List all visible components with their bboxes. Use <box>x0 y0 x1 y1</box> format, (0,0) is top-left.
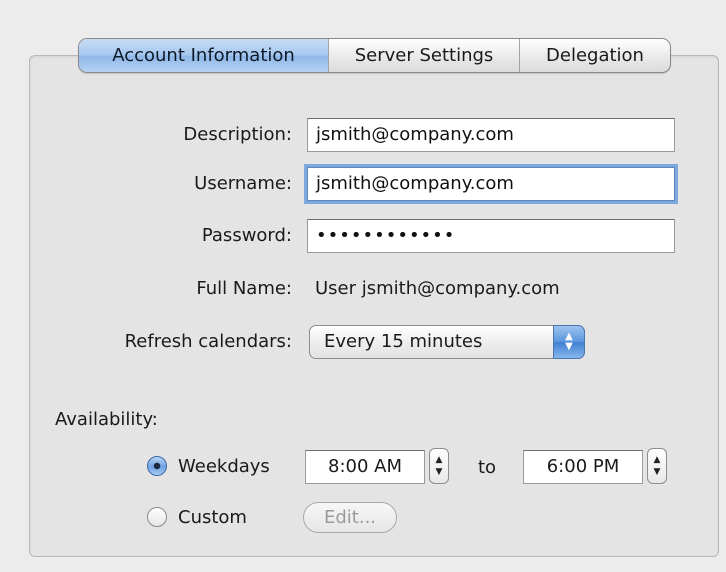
fullname-value: User jsmith@company.com <box>315 278 560 299</box>
description-field[interactable]: jsmith@company.com <box>307 118 675 152</box>
custom-label[interactable]: Custom <box>178 503 247 533</box>
weekdays-radio[interactable] <box>147 456 167 476</box>
end-time-field[interactable]: 6:00 PM <box>523 450 643 484</box>
password-field[interactable]: •••••••••••• <box>307 219 675 253</box>
tab-server-settings[interactable]: Server Settings <box>329 39 520 72</box>
refresh-calendars-label: Refresh calendars: <box>124 331 292 352</box>
description-label: Description: <box>183 124 292 145</box>
popup-arrows-icon: ▲ ▼ <box>553 325 585 359</box>
username-field[interactable]: jsmith@company.com <box>307 167 675 201</box>
edit-button[interactable]: Edit... <box>303 502 397 533</box>
end-time-stepper[interactable]: ▲ ▼ <box>647 448 667 484</box>
tab-bar: Account Information Server Settings Dele… <box>78 38 671 73</box>
custom-radio[interactable] <box>147 507 167 527</box>
password-label: Password: <box>201 225 292 246</box>
refresh-calendars-popup[interactable]: Every 15 minutes ▲ ▼ <box>309 325 585 359</box>
weekdays-label[interactable]: Weekdays <box>178 452 270 482</box>
availability-label: Availability: <box>55 409 158 430</box>
refresh-calendars-value: Every 15 minutes <box>324 331 483 352</box>
tab-account-information[interactable]: Account Information <box>79 39 329 72</box>
tab-delegation[interactable]: Delegation <box>520 39 670 72</box>
to-label: to <box>478 457 497 478</box>
username-label: Username: <box>194 173 292 194</box>
start-time-stepper[interactable]: ▲ ▼ <box>429 448 449 484</box>
fullname-label: Full Name: <box>196 278 292 299</box>
start-time-field[interactable]: 8:00 AM <box>305 450 425 484</box>
